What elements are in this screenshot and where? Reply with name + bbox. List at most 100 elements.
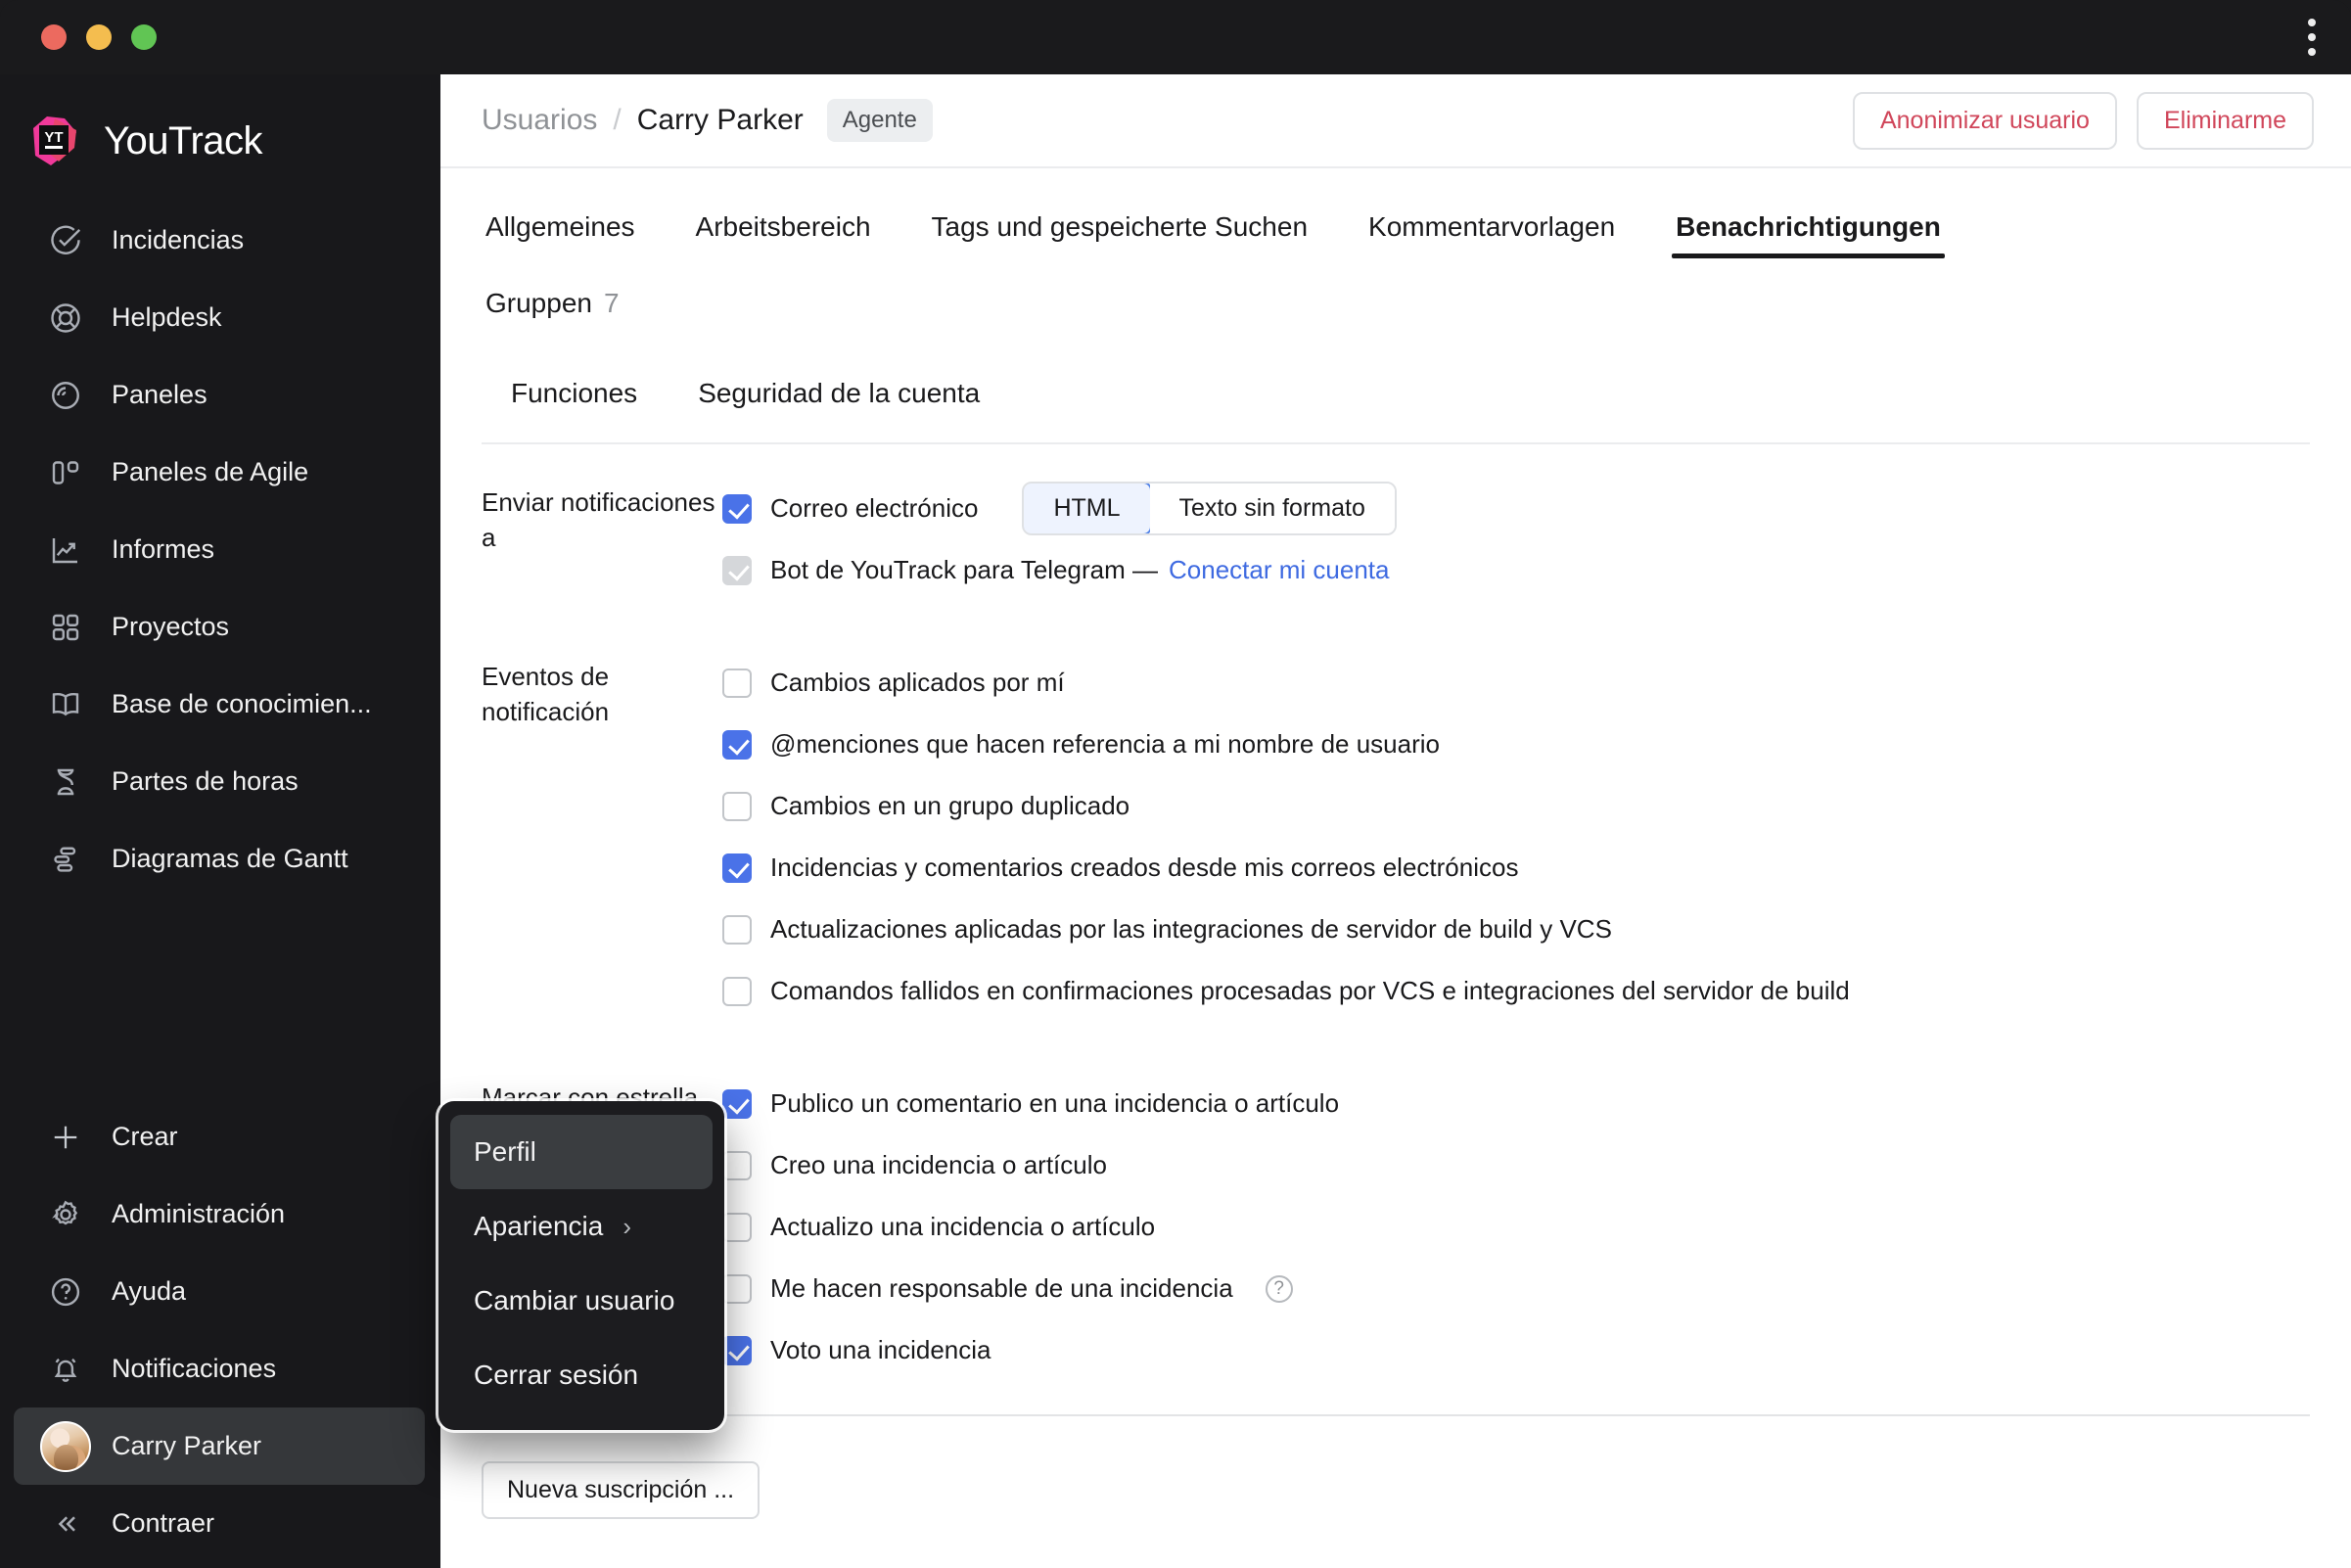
brand-name: YouTrack: [104, 119, 262, 163]
sidebar-item-administracion[interactable]: Administración: [14, 1176, 425, 1253]
sidebar-item-label: Incidencias: [112, 225, 244, 255]
tab-tags-und-gespeicherte-suchen[interactable]: Tags und gespeicherte Suchen: [928, 202, 1313, 264]
page-header: Usuarios / Carry Parker Agente Anonimiza…: [440, 74, 2351, 168]
event-checkbox-grupo-duplicado[interactable]: [722, 792, 752, 821]
auto-star-checkbox-responsable-incidencia[interactable]: [722, 1274, 752, 1304]
auto-star-checkbox-creo-incidencia[interactable]: [722, 1151, 752, 1180]
auto-star-checkbox-voto-incidencia[interactable]: [722, 1336, 752, 1365]
event-row: @menciones que hacen referencia a mi nom…: [722, 714, 2310, 775]
connect-account-link[interactable]: Conectar mi cuenta: [1169, 555, 1389, 585]
sidebar-item-label: Informes: [112, 534, 214, 565]
pencil-icon[interactable]: [788, 1564, 817, 1568]
auto-star-item-label: Publico un comentario en una incidencia …: [770, 1088, 1339, 1119]
menu-item-cambiar-usuario[interactable]: Cambiar usuario: [450, 1264, 713, 1338]
delete-me-button[interactable]: Eliminarme: [2137, 92, 2314, 150]
chart-line-icon: [45, 530, 86, 571]
event-row: Cambios en un grupo duplicado: [722, 775, 2310, 837]
sidebar-item-notificaciones[interactable]: Notificaciones: [14, 1330, 425, 1407]
auto-star-section: Marcar con estrella automáticamente cuan…: [482, 1073, 2310, 1381]
tab-gruppen[interactable]: Gruppen7: [482, 278, 623, 341]
event-checkbox-comandos-fallidos[interactable]: [722, 977, 752, 1006]
telegram-notification-row: Bot de YouTrack para Telegram — Conectar…: [722, 539, 2310, 601]
notification-events-label: Eventos de notificación: [482, 652, 722, 1022]
auto-star-row: Actualizo una incidencia o artículo: [722, 1196, 2310, 1258]
tab-label: Arbeitsbereich: [696, 211, 871, 242]
kebab-menu-icon[interactable]: [2308, 19, 2316, 56]
sidebar-user-label: Carry Parker: [112, 1431, 261, 1461]
event-checkbox-menciones[interactable]: [722, 730, 752, 760]
anonymize-user-button[interactable]: Anonimizar usuario: [1853, 92, 2117, 150]
telegram-checkbox: [722, 556, 752, 585]
auto-star-checkbox-publico-comentario[interactable]: [722, 1089, 752, 1119]
sidebar-item-paneles[interactable]: Paneles: [14, 356, 425, 434]
main-panel: Usuarios / Carry Parker Agente Anonimiza…: [440, 74, 2351, 1568]
event-checkbox-actualizaciones-vcs[interactable]: [722, 915, 752, 945]
sidebar-item-base-de-conocimiento[interactable]: Base de conocimien...: [14, 666, 425, 743]
minimize-window-button[interactable]: [86, 24, 112, 50]
send-notifications-section: Enviar notificaciones a Correo electróni…: [482, 478, 2310, 601]
brand[interactable]: YT YouTrack: [0, 74, 438, 182]
breadcrumb-current: Carry Parker: [637, 104, 804, 137]
question-mark-icon[interactable]: ?: [1266, 1275, 1293, 1303]
email-notification-row: Correo electrónico HTML Texto sin format…: [722, 478, 2310, 539]
send-notifications-label: Enviar notificaciones a: [482, 478, 722, 601]
chevron-right-icon: ›: [622, 1212, 631, 1242]
close-window-button[interactable]: [41, 24, 67, 50]
event-label: Actualizaciones aplicadas por las integr…: [770, 914, 1612, 945]
menu-item-perfil[interactable]: Perfil: [450, 1115, 713, 1189]
email-checkbox[interactable]: [722, 494, 752, 524]
sidebar-item-crear[interactable]: Crear: [14, 1098, 425, 1176]
auto-star-checkbox-actualizo-incidencia[interactable]: [722, 1213, 752, 1242]
header-actions: Anonimizar usuario Eliminarme: [1853, 92, 2314, 150]
format-plaintext-button[interactable]: Texto sin formato: [1150, 484, 1395, 533]
tab-seguridad-de-la-cuenta[interactable]: Seguridad de la cuenta: [694, 368, 984, 431]
tab-label: Seguridad de la cuenta: [698, 378, 980, 408]
sidebar-item-proyectos[interactable]: Proyectos: [14, 588, 425, 666]
menu-item-label: Apariencia: [474, 1211, 603, 1242]
sidebar-item-label: Crear: [112, 1122, 178, 1152]
tab-funciones[interactable]: Funciones: [507, 368, 641, 431]
tab-label: Benachrichtigungen: [1676, 211, 1941, 242]
format-html-button[interactable]: HTML: [1022, 482, 1151, 535]
menu-item-apariencia[interactable]: Apariencia ›: [450, 1189, 713, 1264]
sidebar-item-ayuda[interactable]: Ayuda: [14, 1253, 425, 1330]
sidebar-item-incidencias[interactable]: Incidencias: [14, 202, 425, 279]
sidebar-item-informes[interactable]: Informes: [14, 511, 425, 588]
sidebar-item-diagramas-de-gantt[interactable]: Diagramas de Gantt: [14, 820, 425, 898]
sidebar-item-label: Helpdesk: [112, 302, 222, 333]
tab-arbeitsbereich[interactable]: Arbeitsbereich: [692, 202, 875, 264]
tab-kommentarvorlagen[interactable]: Kommentarvorlagen: [1364, 202, 1619, 264]
gantt-icon: [45, 839, 86, 880]
new-subscription-button[interactable]: Nueva suscripción ...: [482, 1461, 760, 1519]
breadcrumb-root[interactable]: Usuarios: [482, 104, 597, 137]
subscription-events: Aktualisierungen, Ticket gelöst, Komment…: [918, 1564, 2030, 1568]
subscription-name: Marcar con estrella: [536, 1564, 753, 1568]
event-row: Comandos fallidos en confirmaciones proc…: [722, 960, 2310, 1022]
maximize-window-button[interactable]: [131, 24, 157, 50]
status-badge: Agente: [827, 99, 933, 142]
app-window: YT YouTrack Incidencias: [0, 0, 2351, 1568]
gear-icon: [45, 1194, 86, 1235]
sidebar-item-paneles-de-agile[interactable]: Paneles de Agile: [14, 434, 425, 511]
sidebar-item-label: Paneles: [112, 380, 207, 410]
question-circle-icon: [45, 1271, 86, 1313]
subscription-row: Marcar con estrella Aktualisierungen, Ti…: [482, 1564, 2310, 1568]
sidebar-item-user-carry-parker[interactable]: Carry Parker: [14, 1407, 425, 1485]
auto-star-item-label: Actualizo una incidencia o artículo: [770, 1212, 1155, 1242]
notification-events-section: Eventos de notificación Cambios aplicado…: [482, 652, 2310, 1022]
sidebar-item-partes-de-horas[interactable]: Partes de horas: [14, 743, 425, 820]
sidebar-item-contraer[interactable]: Contraer: [14, 1485, 425, 1562]
youtrack-logo-icon: YT: [25, 113, 82, 169]
breadcrumb: Usuarios / Carry Parker Agente: [482, 99, 933, 142]
tab-benachrichtigungen[interactable]: Benachrichtigungen: [1672, 202, 1945, 264]
window-traffic-lights: [41, 24, 157, 50]
sidebar-bottom-nav: Crear Administración: [0, 1098, 438, 1568]
event-checkbox-incidencias-correos[interactable]: [722, 853, 752, 883]
auto-star-row: Creo una incidencia o artículo: [722, 1134, 2310, 1196]
menu-item-cerrar-sesion[interactable]: Cerrar sesión: [450, 1338, 713, 1412]
sidebar-item-helpdesk[interactable]: Helpdesk: [14, 279, 425, 356]
event-label: Cambios aplicados por mí: [770, 668, 1065, 698]
tab-allgemeines[interactable]: Allgemeines: [482, 202, 639, 264]
event-row: Actualizaciones aplicadas por las integr…: [722, 899, 2310, 960]
event-checkbox-cambios-aplicados-por-mi[interactable]: [722, 669, 752, 698]
